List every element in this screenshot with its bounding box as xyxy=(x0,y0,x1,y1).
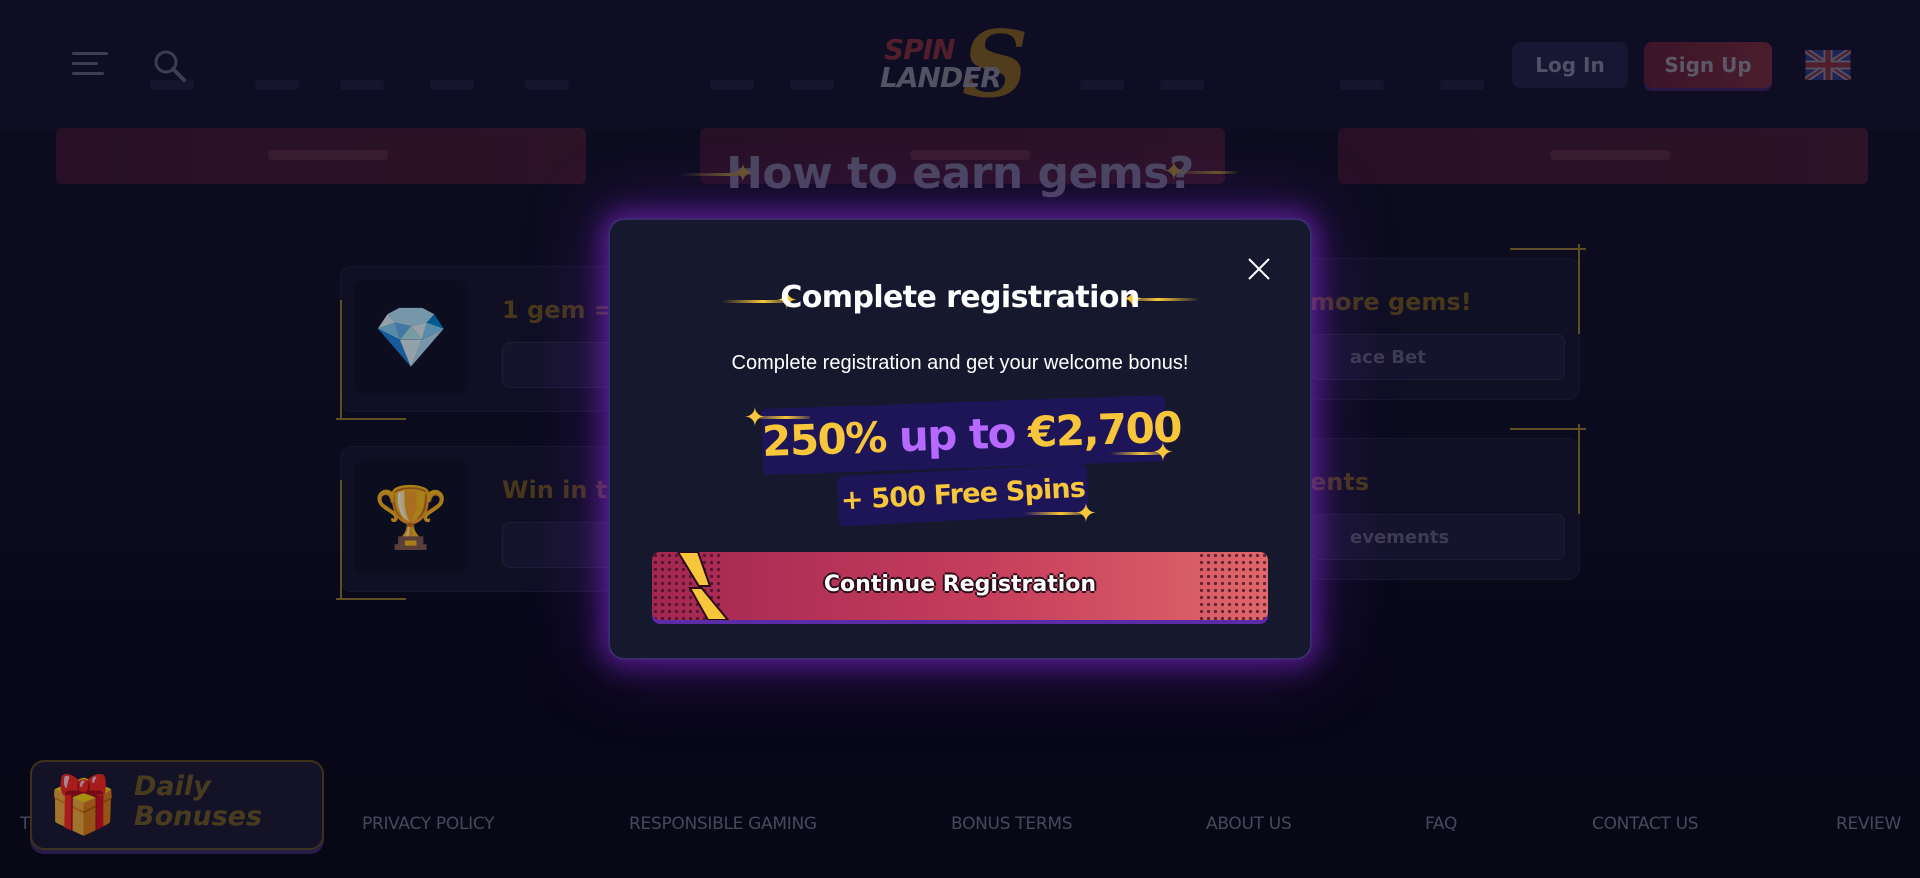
continue-registration-label: Continue Registration xyxy=(823,572,1097,597)
modal-subtitle: Complete registration and get your welco… xyxy=(731,352,1189,374)
modal-title: Complete registration xyxy=(780,280,1140,315)
sparkle-icon: ✦ xyxy=(744,402,766,432)
sparkle-icon: ✦ xyxy=(1075,498,1097,528)
close-icon[interactable] xyxy=(1246,256,1272,282)
sparkle-icon: ✦ xyxy=(1152,437,1174,467)
bonus-up-to: up to xyxy=(898,408,1016,462)
continue-registration-button[interactable]: Continue Registration xyxy=(652,552,1268,620)
free-spins-text: + 500 Free Spins xyxy=(840,472,1086,517)
bonus-badge: 250% up to €2,700 xyxy=(760,394,1182,476)
registration-modal: ✦ ✦ Complete registration Complete regis… xyxy=(610,220,1310,658)
free-spins-badge: + 500 Free Spins xyxy=(836,463,1090,527)
bonus-percent: 250% xyxy=(761,412,887,467)
